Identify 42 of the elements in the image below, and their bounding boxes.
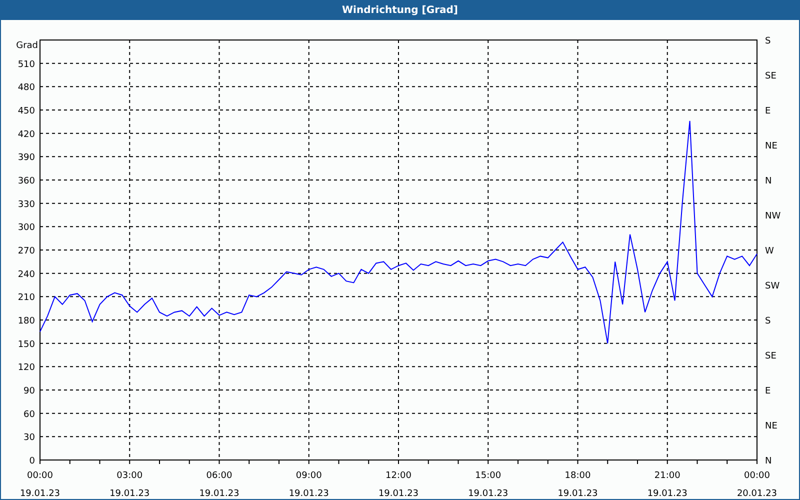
y-tick-label: 210 [18,293,35,304]
direction-tick-label: N [765,176,772,186]
direction-tick-label: NE [765,422,778,432]
y-tick-label: 0 [29,456,35,466]
direction-tick-label: NW [765,212,781,222]
y-tick-label: 510 [18,60,35,70]
x-tick-label: 03:00 19.01.23 [110,471,150,499]
direction-tick-label: E [765,106,771,116]
y-tick-label: 240 [18,270,35,280]
y-tick-label: 420 [18,130,35,140]
direction-tick-label: S [765,316,771,326]
x-tick-label: 09:00 19.01.23 [288,471,329,499]
y-tick-label: 450 [18,106,35,116]
direction-tick-label: SE [765,72,776,82]
y-tick-label: 60 [24,410,35,420]
y-tick-label: 390 [18,153,35,164]
x-tick-label: 12:00 19.01.23 [378,471,419,499]
x-tick-label: 15:00 19.01.23 [468,471,508,499]
direction-tick-label: N [765,456,772,466]
window-title: Windrichtung [Grad] [1,0,799,20]
x-tick-label: 18:00 19.01.23 [558,471,598,499]
y-tick-label: 270 [18,246,35,256]
x-tick-label: 06:00 19.01.23 [199,471,240,499]
y-axis-label: Grad [16,41,38,51]
direction-tick-label: E [765,386,771,396]
x-tick-label: 21:00 19.01.23 [647,471,688,499]
direction-tick-label: SE [765,352,776,362]
direction-tick-label: S [765,36,771,46]
direction-tick-label: SW [765,282,780,292]
y-tick-label: 480 [18,83,35,94]
y-tick-label: 330 [18,200,35,210]
y-tick-label: 300 [18,223,35,234]
direction-tick-label: NE [765,142,778,152]
y-tick-label: 360 [18,176,35,186]
y-tick-label: 30 [24,433,35,444]
x-tick-label: 00:00 19.01.23 [20,471,60,499]
y-tick-label: 180 [18,316,35,326]
y-tick-label: 120 [18,363,35,374]
y-tick-label: 150 [18,340,35,350]
y-tick-label: 90 [24,386,35,396]
x-tick-label: 00:00 20.01.23 [736,471,778,499]
direction-tick-label: W [765,246,774,256]
